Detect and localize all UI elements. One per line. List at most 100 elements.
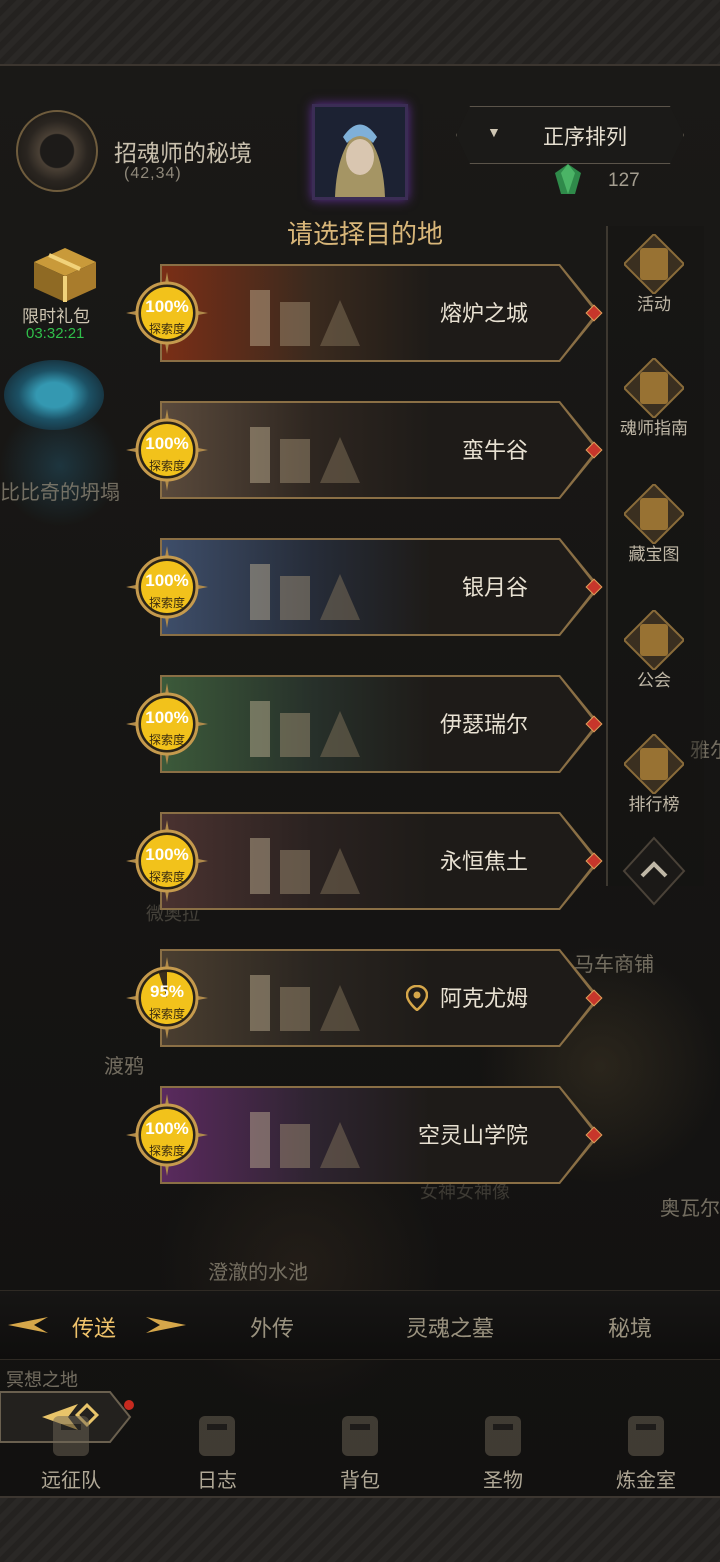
location-emblem-icon[interactable] xyxy=(16,110,98,192)
tab-soul-tomb[interactable]: 灵魂之墓 xyxy=(406,1311,494,1343)
dropdown-arrow-icon: ▼ xyxy=(487,124,501,140)
destination-name: 蛮牛谷 xyxy=(462,433,528,465)
location-title: 招魂师的秘境 xyxy=(114,140,252,166)
nav-label: 远征队 xyxy=(41,1470,101,1492)
sidebar-item-treasure-map[interactable]: 藏宝图 xyxy=(606,476,702,576)
exploration-badge: 100% 探索度 xyxy=(126,546,208,628)
destination-item[interactable]: 阿克尤姆 95% 探索度 xyxy=(126,949,603,1047)
destination-item[interactable]: 空灵山学院 100% 探索度 xyxy=(126,1086,603,1184)
location-coords: (42,34) xyxy=(124,165,182,182)
destination-scene-art xyxy=(250,564,360,620)
green-gem-icon xyxy=(555,164,581,194)
guild-icon xyxy=(624,610,684,670)
destination-card-frame xyxy=(160,812,600,910)
sidebar-item-label: 排行榜 xyxy=(628,795,680,814)
destination-tab-bar: 传送 外传 灵魂之墓 秘境 xyxy=(0,1290,720,1360)
exploration-percent: 100% xyxy=(145,434,189,453)
sidebar-item-label: 藏宝图 xyxy=(628,545,680,564)
exploration-label: 探索度 xyxy=(148,322,185,336)
nav-label: 日志 xyxy=(197,1470,237,1492)
journal-icon xyxy=(199,1416,235,1456)
tab-secret-realm[interactable]: 秘境 xyxy=(608,1311,652,1343)
sort-order-dropdown[interactable]: ▼ 正序排列 xyxy=(456,106,684,164)
map-label-dukaya: 渡鸦 xyxy=(104,1056,144,1078)
relic-icon xyxy=(485,1416,521,1456)
destination-scene-art xyxy=(250,701,360,757)
limited-gift-label: 限时礼包 xyxy=(22,307,90,326)
destination-name-text: 空灵山学院 xyxy=(417,1123,528,1148)
destination-card-image xyxy=(162,540,596,634)
destination-card-frame xyxy=(160,401,600,499)
nav-label: 圣物 xyxy=(483,1470,523,1492)
treasure-map-icon xyxy=(624,484,684,544)
exploration-badge: 100% 探索度 xyxy=(126,272,208,354)
destination-card-frame xyxy=(160,949,600,1047)
sidebar-item-guild[interactable]: 公会 xyxy=(606,602,702,702)
nav-expedition[interactable]: 远征队 xyxy=(11,1410,131,1494)
map-label-aowa: 奥瓦尔 xyxy=(660,1198,720,1220)
exploration-badge: 100% 探索度 xyxy=(126,683,208,765)
hero-portrait-avatar[interactable] xyxy=(312,104,408,200)
destination-name-text: 熔炉之城 xyxy=(439,301,528,326)
notification-dot xyxy=(124,1400,134,1410)
trophy-icon xyxy=(624,734,684,794)
destination-scene-art xyxy=(250,1112,360,1168)
destination-scene-art xyxy=(250,290,360,346)
nav-label: 炼金室 xyxy=(616,1470,676,1492)
exploration-percent: 100% xyxy=(145,571,189,590)
sort-order-label: 正序排列 xyxy=(543,126,627,149)
nav-journal[interactable]: 日志 xyxy=(157,1410,277,1494)
exploration-label: 探索度 xyxy=(148,596,185,610)
fountain-map-decoration xyxy=(4,360,104,430)
exploration-percent: 95% xyxy=(149,982,185,1001)
sidebar-item-trophy[interactable]: 排行榜 xyxy=(606,726,702,826)
destination-name-text: 伊瑟瑞尔 xyxy=(439,712,528,737)
nav-relic[interactable]: 圣物 xyxy=(443,1410,563,1494)
exploration-label: 探索度 xyxy=(148,1007,185,1021)
destination-name: 空灵山学院 xyxy=(418,1118,528,1150)
nav-label: 背包 xyxy=(340,1470,380,1492)
destination-card-image xyxy=(162,1088,596,1182)
exploration-percent: 100% xyxy=(145,708,189,727)
destination-card-image xyxy=(162,677,596,771)
sidebar-item-label: 公会 xyxy=(637,671,671,690)
alchemy-icon xyxy=(628,1416,664,1456)
destination-item[interactable]: 永恒焦土 100% 探索度 xyxy=(126,812,603,910)
exploration-badge: 100% 探索度 xyxy=(126,820,208,902)
exploration-percent: 100% xyxy=(145,297,189,316)
gift-icon xyxy=(624,234,684,294)
destination-scene-art xyxy=(250,427,360,483)
limited-gift-timer: 03:32:21 xyxy=(26,325,85,342)
current-location-pin-icon xyxy=(405,985,428,1011)
exploration-badge: 95% 探索度 xyxy=(126,957,208,1039)
destination-card-frame xyxy=(160,264,600,362)
destination-item[interactable]: 蛮牛谷 100% 探索度 xyxy=(126,401,603,499)
destination-item[interactable]: 银月谷 100% 探索度 xyxy=(126,538,603,636)
nav-backpack[interactable]: 背包 xyxy=(300,1410,420,1494)
tab-teleport[interactable]: 传送 xyxy=(72,1311,116,1343)
destination-scene-art xyxy=(250,975,360,1031)
expedition-icon xyxy=(53,1416,89,1456)
destination-card-image xyxy=(162,266,596,360)
destination-item[interactable]: 熔炉之城 100% 探索度 xyxy=(126,264,603,362)
sidebar-scroll-up-button[interactable] xyxy=(622,836,686,906)
sidebar-item-label: 魂师指南 xyxy=(620,419,688,438)
tab-side-story[interactable]: 外传 xyxy=(250,1311,294,1343)
destination-item[interactable]: 伊瑟瑞尔 100% 探索度 xyxy=(126,675,603,773)
nav-alchemy[interactable]: 炼金室 xyxy=(586,1410,706,1494)
sidebar-item-gift[interactable]: 活动 xyxy=(606,226,702,326)
sidebar-item-guide[interactable]: 魂师指南 xyxy=(606,350,702,450)
exploration-badge: 100% 探索度 xyxy=(126,409,208,491)
limited-gift-box-icon[interactable] xyxy=(30,242,100,304)
exploration-percent: 100% xyxy=(145,845,189,864)
exploration-label: 探索度 xyxy=(148,1144,185,1158)
exploration-label: 探索度 xyxy=(148,870,185,884)
backpack-icon xyxy=(342,1416,378,1456)
exploration-label: 探索度 xyxy=(148,733,185,747)
map-label-pool: 澄澈的水池 xyxy=(208,1262,308,1284)
destination-card-image xyxy=(162,814,596,908)
destination-name: 熔炉之城 xyxy=(440,296,528,328)
exploration-badge: 100% 探索度 xyxy=(126,1094,208,1176)
destination-card-image xyxy=(162,403,596,497)
destination-name: 银月谷 xyxy=(462,570,528,602)
